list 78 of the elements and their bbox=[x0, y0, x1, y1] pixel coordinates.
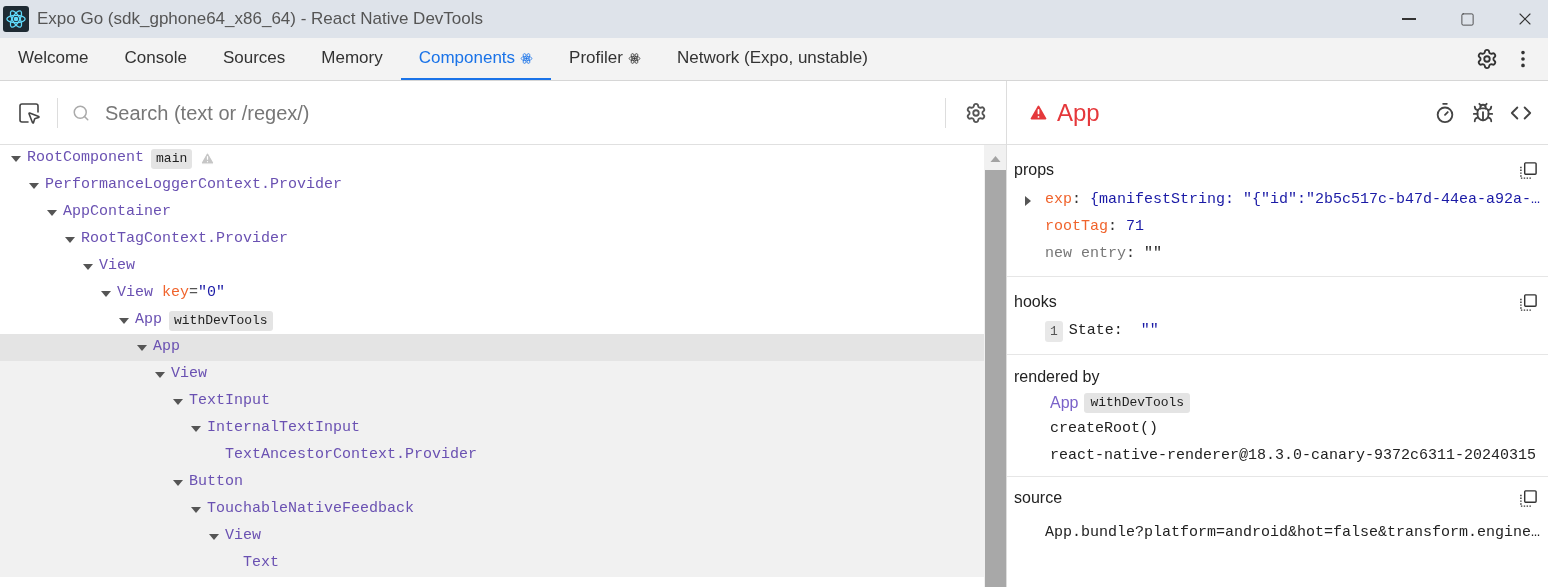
bug-icon[interactable] bbox=[1472, 101, 1494, 124]
component-name: View bbox=[171, 364, 207, 385]
tab[interactable]: Console bbox=[106, 38, 205, 80]
caret-down-icon[interactable] bbox=[119, 315, 129, 326]
component-name: App bbox=[135, 310, 162, 331]
caret-down-icon[interactable] bbox=[137, 342, 147, 353]
section-heading: rendered by bbox=[1014, 368, 1100, 385]
component-name: InternalTextInput bbox=[207, 418, 361, 439]
component-name: RootTagContext.Provider bbox=[81, 229, 289, 250]
search-field[interactable]: Search (text or /regex/) bbox=[105, 97, 945, 128]
component-name: View bbox=[225, 526, 261, 547]
tab[interactable]: Profiler bbox=[551, 38, 659, 80]
caret-down-icon[interactable] bbox=[65, 234, 75, 245]
settings-icon[interactable] bbox=[1476, 48, 1498, 70]
tree-row[interactable]: InternalTextInput bbox=[0, 415, 984, 442]
hoc-badge: main bbox=[151, 148, 193, 169]
tree-row[interactable]: Button bbox=[0, 469, 984, 496]
hook-index: 1 bbox=[1045, 321, 1063, 342]
tree-row[interactable]: View bbox=[0, 361, 984, 388]
component-name: TouchableNativeFeedback bbox=[207, 499, 415, 520]
caret-right-icon[interactable] bbox=[1023, 195, 1033, 206]
caret-down-icon[interactable] bbox=[47, 207, 57, 218]
caret-down-icon[interactable] bbox=[191, 423, 201, 434]
key-attribute: key="0" bbox=[162, 283, 226, 304]
caret-down-icon[interactable] bbox=[173, 396, 183, 407]
caret-down-icon[interactable] bbox=[83, 261, 93, 272]
component-name: RootComponent bbox=[27, 148, 145, 169]
caret-down-icon[interactable] bbox=[101, 288, 111, 299]
renderer-entry: createRoot() bbox=[1050, 419, 1159, 440]
caret-down-icon[interactable] bbox=[173, 477, 183, 488]
element-picker-icon[interactable] bbox=[17, 100, 41, 125]
source-path[interactable]: App.bundle?platform=android&hot=false&transform.engine… bbox=[1014, 522, 1548, 545]
hook-entry: State: "" bbox=[1068, 321, 1159, 342]
component-name: App bbox=[153, 337, 180, 358]
prop-entry: new entry: "" bbox=[1045, 244, 1163, 265]
tab[interactable]: Sources bbox=[204, 38, 304, 80]
tab[interactable]: Welcome bbox=[0, 38, 107, 80]
component-name: Button bbox=[189, 472, 243, 493]
component-name: TextAncestorContext.Provider bbox=[225, 445, 478, 466]
tab[interactable]: Network (Expo, unstable) bbox=[658, 38, 886, 80]
component-name: AppContainer bbox=[63, 202, 172, 223]
tree-row[interactable]: TextAncestorContext.Provider bbox=[0, 442, 984, 469]
search-icon bbox=[72, 103, 90, 122]
prop-entry: exp: {manifestString: "{"id":"2b5c517c-b47d-44ea-a92a-… bbox=[1045, 190, 1541, 211]
component-name: PerformanceLoggerContext.Provider bbox=[45, 175, 343, 196]
owner-link[interactable]: App bbox=[1050, 390, 1079, 415]
component-name: TextInput bbox=[189, 391, 270, 412]
copy-icon[interactable] bbox=[1519, 488, 1538, 508]
tab[interactable]: Memory bbox=[303, 38, 401, 80]
tree-row[interactable]: App bbox=[0, 334, 984, 361]
window-title: Expo Go (sdk_gphone64_x86_64) - React Native DevTools bbox=[37, 8, 484, 31]
minimize-icon bbox=[1402, 18, 1416, 20]
timer-icon[interactable] bbox=[1434, 101, 1456, 124]
maximize-icon bbox=[1459, 11, 1475, 27]
section-heading: props bbox=[1014, 160, 1055, 180]
caret-down-icon[interactable] bbox=[191, 504, 201, 515]
renderer-entry: react-native-renderer@18.3.0-canary-9372c6311-20240315 bbox=[1050, 446, 1537, 467]
caret-down-icon[interactable] bbox=[29, 180, 39, 191]
tree-row[interactable]: TouchableNativeFeedback bbox=[0, 496, 984, 523]
section-heading: hooks bbox=[1014, 292, 1057, 312]
component-name: Text bbox=[243, 553, 279, 574]
copy-icon[interactable] bbox=[1519, 292, 1538, 312]
caret-down-icon[interactable] bbox=[209, 531, 219, 542]
hoc-badge: withDevTools bbox=[1084, 392, 1191, 413]
hoc-badge: withDevTools bbox=[169, 310, 273, 331]
section-heading: source bbox=[1014, 488, 1063, 508]
component-name: View bbox=[117, 283, 153, 304]
component-title: App bbox=[1057, 97, 1100, 128]
caret-down-icon[interactable] bbox=[155, 369, 165, 380]
settings-icon[interactable] bbox=[965, 101, 987, 124]
caret-down-icon[interactable] bbox=[11, 153, 21, 164]
prop-entry: rootTag: 71 bbox=[1045, 217, 1145, 238]
tree-row[interactable]: Text bbox=[0, 550, 984, 577]
tree-row[interactable]: TextInput bbox=[0, 388, 984, 415]
tab[interactable]: Components bbox=[400, 38, 552, 80]
copy-icon[interactable] bbox=[1519, 160, 1538, 180]
tree-row[interactable]: View bbox=[0, 523, 984, 550]
component-name: View bbox=[99, 256, 135, 277]
